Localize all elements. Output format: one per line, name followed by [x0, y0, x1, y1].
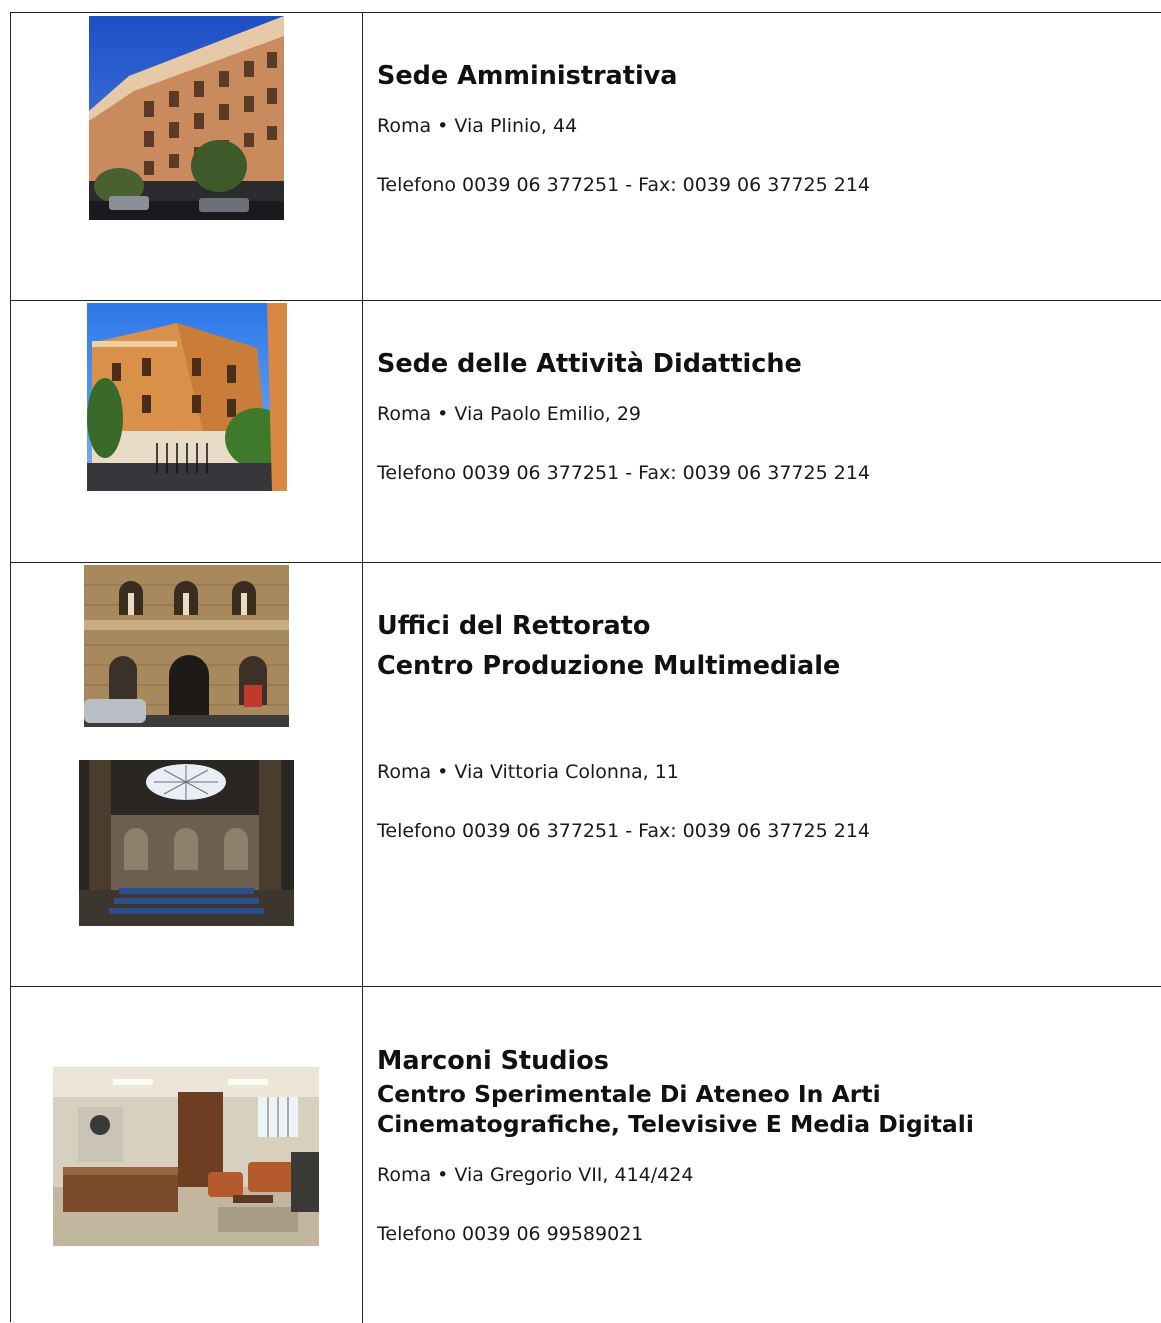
office-row-marconi-studios: Marconi Studios Centro Sperimentale Di A…	[11, 987, 1161, 1323]
column-divider	[362, 301, 363, 562]
building-photo-via-vittoria-colonna	[84, 565, 289, 727]
office-title: Marconi Studios	[377, 1046, 609, 1076]
office-address: Roma • Via Plinio, 44	[377, 115, 578, 137]
office-address: Roma • Via Gregorio VII, 414/424	[377, 1164, 694, 1186]
office-title: Sede delle Attività Didattiche	[377, 349, 802, 379]
building-photo-via-paolo-emilio	[87, 303, 287, 491]
office-address: Roma • Via Vittoria Colonna, 11	[377, 761, 679, 783]
column-divider	[362, 563, 363, 986]
interior-photo-via-vittoria-colonna	[79, 760, 294, 926]
office-subtitle-line-1: Centro Sperimentale Di Ateneo In Arti	[377, 1080, 881, 1108]
office-details: Sede Amministrativa Roma • Via Plinio, 4…	[377, 60, 1161, 197]
office-row-rectorate: Uffici del Rettorato Centro Produzione M…	[11, 563, 1161, 987]
building-photo-via-plinio	[89, 16, 284, 220]
office-subtitle-line-2: Cinematografiche, Televisive E Media Dig…	[377, 1110, 974, 1138]
office-row-administrative: Sede Amministrativa Roma • Via Plinio, 4…	[11, 13, 1161, 301]
office-details: Marconi Studios Centro Sperimentale Di A…	[377, 1045, 1161, 1246]
offices-table: Sede Amministrativa Roma • Via Plinio, 4…	[10, 12, 1161, 1323]
office-phone: Telefono 0039 06 377251 - Fax: 0039 06 3…	[377, 462, 870, 484]
interior-photo-marconi-studios	[53, 1067, 319, 1246]
column-divider	[362, 987, 363, 1323]
office-title-line-2: Centro Produzione Multimediale	[377, 651, 841, 681]
column-divider	[362, 13, 363, 300]
office-phone: Telefono 0039 06 377251 - Fax: 0039 06 3…	[377, 174, 870, 196]
office-address: Roma • Via Paolo Emilio, 29	[377, 403, 641, 425]
office-details: Sede delle Attività Didattiche Roma • Vi…	[377, 348, 1161, 485]
office-title: Sede Amministrativa	[377, 61, 678, 91]
office-title-line-1: Uffici del Rettorato	[377, 611, 651, 641]
office-phone: Telefono 0039 06 377251 - Fax: 0039 06 3…	[377, 820, 870, 842]
office-phone: Telefono 0039 06 99589021	[377, 1223, 644, 1245]
office-row-teaching: Sede delle Attività Didattiche Roma • Vi…	[11, 301, 1161, 563]
office-details: Uffici del Rettorato Centro Produzione M…	[377, 610, 1161, 843]
